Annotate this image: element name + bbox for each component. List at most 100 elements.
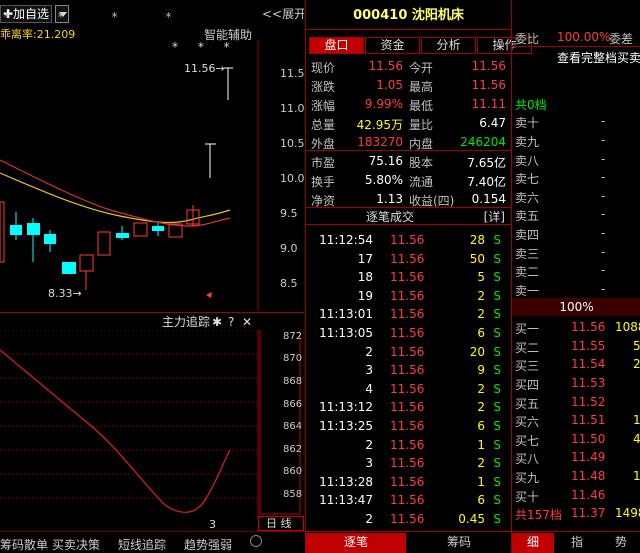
tab-funds[interactable]: 资金 <box>365 37 420 54</box>
buy-level: 买二 11.55 5 <box>515 339 640 355</box>
trade-row: 11:13:05 11.56 6 S <box>319 326 501 340</box>
tab-trend-strength[interactable]: 趋势强弱 <box>184 536 232 553</box>
period-count: 3 <box>209 518 216 531</box>
trade-row: 19 11.56 2 S <box>357 288 501 303</box>
sell-total: 共0档 <box>515 98 547 112</box>
tab-index[interactable]: 指 <box>556 533 598 553</box>
sub-axis-label: 864 <box>283 421 303 432</box>
quote-row: 现价 11.56 今开 11.56 <box>311 59 506 75</box>
tab-short-term-track[interactable]: 短线追踪 <box>118 536 166 553</box>
sell-level: 卖十 - <box>515 114 606 130</box>
sub-axis-label: 872 <box>283 331 303 342</box>
low-price-marker: 8.33→ <box>48 287 82 300</box>
sell-level: 卖七 - <box>515 170 606 186</box>
sub-indicator-title[interactable]: 主力追踪 <box>162 316 210 328</box>
trade-row: 2 11.56 1 S <box>365 437 501 452</box>
sub-axis-label: 860 <box>283 466 303 477</box>
price-axis-label: 11.5 <box>280 67 304 80</box>
sell-level: 卖二 - <box>515 263 606 279</box>
buy-level: 买一11.561088 <box>515 320 640 336</box>
price-axis-label: 11.0 <box>280 102 304 115</box>
sub-chart-svg[interactable] <box>0 330 304 516</box>
ma-line-red <box>0 159 231 227</box>
trade-list[interactable]: 11:12:54 11.56 28 S 17 11.56 50 S 18 11.56 5 S 19… <box>306 230 511 530</box>
help-icon[interactable]: ? <box>228 316 234 328</box>
trade-row: 18 11.56 5 S <box>357 270 501 285</box>
buy-level: 买八 11.49 <box>515 450 606 466</box>
tab-analysis[interactable]: 分析 <box>421 37 476 54</box>
trade-detail-link[interactable]: [详] <box>484 211 505 223</box>
price-axis-label: 10.0 <box>280 172 304 185</box>
sell-level: 卖一 - <box>515 282 606 298</box>
pane-divider <box>0 312 304 313</box>
trade-row: 11:13:12 11.56 2 S <box>319 400 501 415</box>
sub-axis-label: 858 <box>283 489 303 500</box>
candles <box>0 67 233 298</box>
price-axis-label: 9.0 <box>280 242 298 255</box>
sub-axis-label: 866 <box>283 399 303 410</box>
kline-svg[interactable] <box>0 40 304 310</box>
trade-row: 11:13:01 11.56 2 S <box>319 307 501 322</box>
quote-row: 净资 1.13 收益(四) 0.154 <box>311 192 506 208</box>
trade-row: 2 11.56 0.45 S <box>365 512 501 526</box>
tab-scroll-icon[interactable] <box>250 535 262 547</box>
quote-row: 总量 42.95万 量比 6.47 <box>311 116 506 132</box>
chart-bottom-tabs: 筹码散单 买卖决策 短线追踪 趋势强弱 <box>0 531 304 553</box>
sell-level: 卖八 - <box>515 152 606 168</box>
day-line-tab[interactable]: 日 线 <box>258 516 304 531</box>
divider <box>306 29 511 30</box>
tab-buy-sell-decision[interactable]: 买卖决策 <box>52 536 100 553</box>
stock-title: 000410 沈阳机床 <box>353 8 464 23</box>
sub-axis-label: 868 <box>283 376 303 387</box>
kline-chart-pane[interactable]: ✚加自选 <<展开 * * * * 乖离率:21.209 智能辅助 * * * <box>0 0 304 553</box>
buy-level: 买六 11.51 1 <box>515 413 640 429</box>
quote-row: 换手 5.80% 流通 7.40亿 <box>311 173 506 189</box>
buy-level: 买七 11.50 4 <box>515 432 640 448</box>
tab-tick-by-tick[interactable]: 逐笔 <box>306 533 406 553</box>
quote-row: 涨幅 9.99% 最低 11.11 <box>311 97 506 113</box>
tab-chips[interactable]: 筹码 <box>409 533 509 553</box>
price-axis-label: 8.5 <box>280 277 298 290</box>
tab-trend[interactable]: 势 <box>600 533 640 553</box>
price-axis-label: 9.5 <box>280 207 298 220</box>
trade-list-header: 逐笔成交 [详] <box>306 207 511 225</box>
trade-row: 3 11.56 9 S <box>365 363 501 378</box>
trade-row: 11:13:28 11.56 1 S <box>319 474 501 489</box>
quote-row: 外盘 183270 内盘 246204 <box>311 135 506 151</box>
sell-level: 卖四 - <box>515 226 606 242</box>
expand-button[interactable]: <<展开 <box>262 8 304 20</box>
buy-level: 买九 11.48 1 <box>515 469 640 485</box>
order-book-pane: 委比 100.00% 委差 查看完整档买卖 共0档 卖十 - 卖九 - 卖八 - 卖七… <box>511 0 640 553</box>
quote-pane: 000410 沈阳机床 盘口 资金 分析 操作 现价 11.56 今开 11.5… <box>305 0 532 553</box>
tab-handicap[interactable]: 盘口 <box>309 37 364 54</box>
gear-icon[interactable]: ✱ <box>212 316 222 328</box>
buy-level: 买五 11.52 <box>515 395 606 411</box>
signal-stars-top: * * * * <box>4 10 194 24</box>
sell-level: 卖三 - <box>515 245 606 261</box>
quote-bottom-tabs: 逐笔 筹码 <box>306 531 511 553</box>
quote-row: 涨跌 1.05 最高 11.56 <box>311 78 506 94</box>
trade-list-title: 逐笔成交 <box>366 210 415 224</box>
quote-row: 市盈 75.16 股本 7.65亿 <box>311 154 506 170</box>
high-price-marker: 11.56→ <box>184 62 225 75</box>
trade-row: 3 11.56 2 S <box>365 456 501 471</box>
trade-row: 2 11.56 20 S <box>365 344 501 359</box>
trade-row: 17 11.56 50 S <box>357 251 501 266</box>
buy-total: 共157档11.371498 <box>515 506 640 522</box>
sell-level: 卖六 - <box>515 189 606 205</box>
view-full-depth-link[interactable]: 查看完整档买卖 <box>515 46 640 65</box>
buy-level: 买十 11.46 <box>515 488 606 504</box>
tab-chip-scatter[interactable]: 筹码散单 <box>0 536 48 553</box>
tab-detail[interactable]: 细 <box>512 533 554 553</box>
ma-line-yellow <box>0 172 231 224</box>
close-icon[interactable]: ✕ <box>242 316 252 328</box>
sub-axis-label: 862 <box>283 444 303 455</box>
order-ratio-row: 委比 100.00% 委差 <box>515 30 634 46</box>
sub-axis-label: 870 <box>283 353 303 364</box>
sell-level: 卖五 - <box>515 207 606 223</box>
price-axis-label: 10.5 <box>280 137 304 150</box>
buy-sell-ratio-bar: 100% <box>512 298 640 316</box>
buy-level: 买四 11.53 <box>515 376 606 392</box>
main-force-line <box>0 349 231 513</box>
trade-row: 11:13:47 11.56 6 S <box>319 493 501 508</box>
